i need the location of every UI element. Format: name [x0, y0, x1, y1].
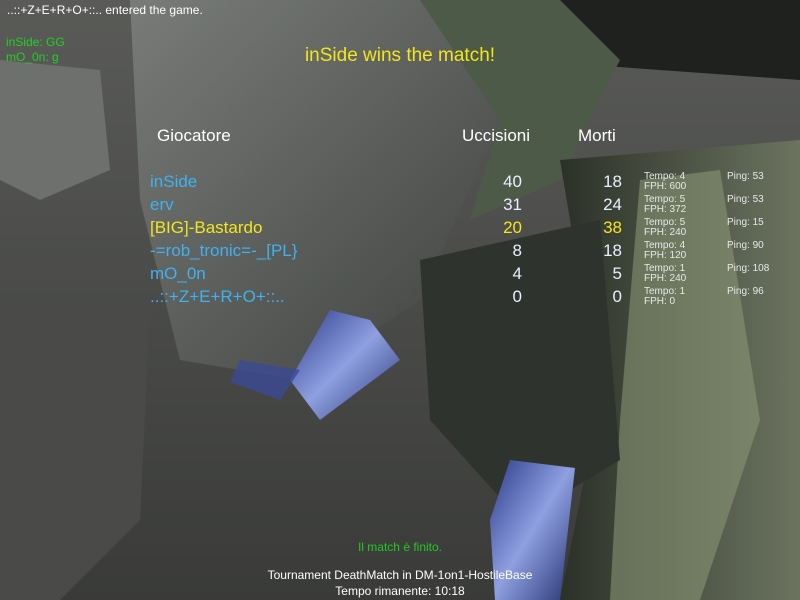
column-header-kills: Uccisioni [462, 126, 531, 145]
player-name: [BIG]-Bastardo [150, 218, 263, 237]
scoreboard-row: [BIG]-Bastardo 20 38 Tempo: 5 FPH: 240 P… [0, 217, 800, 241]
column-header-player: Giocatore [157, 126, 231, 145]
scoreboard-row: mO_0n 4 5 Tempo: 1 FPH: 240 Ping: 108 [0, 263, 800, 287]
player-kills: 8 [512, 241, 522, 260]
player-name: -=rob_tronic=-_[PL} [150, 241, 298, 260]
player-kills: 31 [503, 195, 522, 214]
player-deaths: 5 [612, 264, 622, 283]
player-deaths: 24 [603, 195, 622, 214]
player-ping: Ping: 96 [727, 286, 764, 297]
player-kills: 40 [503, 172, 522, 191]
player-deaths: 38 [603, 218, 622, 237]
player-ping: Ping: 15 [727, 217, 764, 228]
match-ended-message: Il match è finito. [357, 540, 443, 554]
player-fph: FPH: 0 [644, 296, 676, 307]
player-ping: Ping: 53 [727, 171, 764, 182]
player-fph: FPH: 240 [644, 227, 687, 238]
player-kills: 20 [503, 218, 522, 237]
match-winner-banner: inSide wins the match! [304, 45, 496, 66]
console-message: ..::+Z+E+R+O+::.. entered the game. [7, 3, 203, 17]
player-kills: 4 [512, 264, 522, 283]
player-name: ..::+Z+E+R+O+::.. [150, 287, 285, 306]
player-deaths: 18 [603, 172, 622, 191]
player-ping: Ping: 90 [727, 240, 764, 251]
player-fph: FPH: 120 [644, 250, 687, 261]
time-remaining: Tempo rimanente: 10:18 [335, 584, 465, 598]
player-name: inSide [150, 172, 198, 191]
player-name: mO_0n [150, 264, 206, 283]
scoreboard-row: inSide 40 18 Tempo: 4 FPH: 600 Ping: 53 [0, 171, 800, 195]
player-ping: Ping: 108 [727, 263, 770, 274]
scoreboard-row: ..::+Z+E+R+O+::.. 0 0 Tempo: 1 FPH: 0 Pi… [0, 286, 800, 310]
column-header-deaths: Morti [578, 126, 616, 145]
player-fph: FPH: 372 [644, 204, 687, 215]
player-deaths: 0 [612, 287, 622, 306]
player-ping: Ping: 53 [727, 194, 764, 205]
player-deaths: 18 [603, 241, 622, 260]
scoreboard-row: erv 31 24 Tempo: 5 FPH: 372 Ping: 53 [0, 194, 800, 218]
player-fph: FPH: 240 [644, 273, 687, 284]
player-name: erv [150, 195, 174, 214]
scoreboard-row: -=rob_tronic=-_[PL} 8 18 Tempo: 4 FPH: 1… [0, 240, 800, 264]
player-kills: 0 [512, 287, 522, 306]
game-mode-info: Tournament DeathMatch in DM-1on1-Hostile… [267, 568, 533, 582]
player-fph: FPH: 600 [644, 181, 687, 192]
